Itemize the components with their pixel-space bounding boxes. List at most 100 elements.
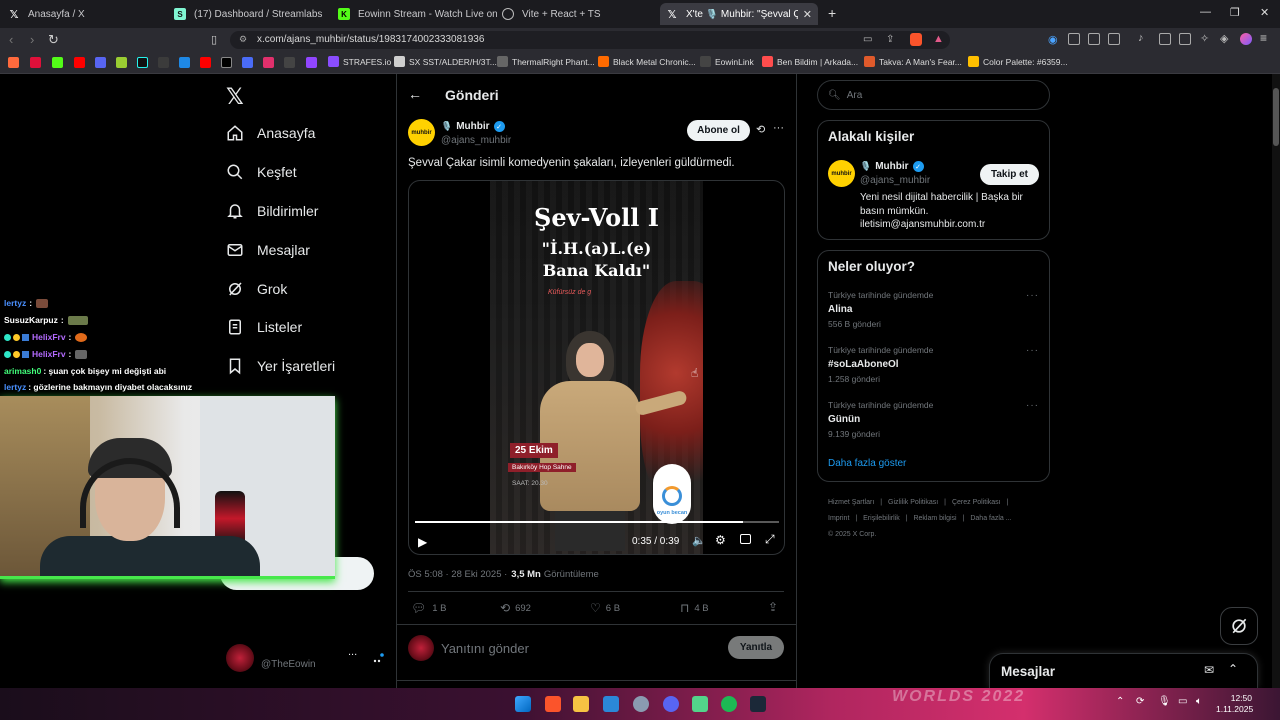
footer-link[interactable]: Reklam bilgisi [913, 515, 956, 522]
pip-icon[interactable] [740, 534, 751, 544]
bookmark-favicon[interactable] [137, 57, 148, 68]
bookmark-link[interactable]: EowinLink [700, 56, 754, 67]
trend-item[interactable]: Türkiye tarihinde gündemde Alina 556 B g… [828, 290, 1043, 329]
mic-icon[interactable]: 🎙︎ [1158, 696, 1171, 707]
bookmark-favicon[interactable] [116, 57, 127, 68]
volume-icon[interactable]: 🔈︎ [1196, 696, 1202, 707]
author-avatar[interactable]: muhbir [408, 119, 435, 146]
bookmark-favicon[interactable] [52, 57, 63, 68]
app-icon[interactable] [633, 696, 649, 712]
brave-shield-icon[interactable] [910, 33, 922, 46]
extension-icon[interactable] [1108, 33, 1120, 45]
start-icon[interactable] [515, 696, 531, 712]
new-message-icon[interactable]: ✉ [1204, 663, 1214, 677]
like-action[interactable]: ♡ 6 B [590, 601, 620, 615]
tray-chevron-icon[interactable]: ⌃ [1116, 696, 1124, 707]
discord-icon[interactable] [663, 696, 679, 712]
footer-link[interactable]: Gizlilik Politikası [888, 499, 938, 506]
bookmark-favicon[interactable] [306, 57, 317, 68]
bookmark-favicon[interactable] [200, 57, 211, 68]
expand-icon[interactable]: ⌃ [1228, 662, 1238, 676]
search-input[interactable]: 🔍︎ Ara [817, 80, 1050, 110]
bookmark-link[interactable]: STRAFES.io [328, 56, 391, 67]
trend-more-icon[interactable]: ··· [1026, 400, 1039, 411]
account-more-icon[interactable]: ... [348, 646, 357, 658]
restore-icon[interactable]: ❐ [1230, 6, 1240, 19]
reply-action[interactable]: 💬︎ 1 B [411, 601, 447, 615]
vpn-icon[interactable]: ◈ [1220, 32, 1228, 45]
trend-more-icon[interactable]: ··· [1026, 290, 1039, 301]
share-icon[interactable]: ⇪ [768, 600, 778, 614]
brave-rewards-icon[interactable]: ▲ [933, 33, 944, 45]
subscribe-button[interactable]: Abone ol [687, 120, 750, 141]
bookmark-favicon[interactable] [179, 57, 190, 68]
sidebar-item-bookmarks[interactable]: Yer İşaretleri [226, 357, 335, 375]
back-arrow-icon[interactable]: ← [408, 86, 422, 102]
site-settings-icon[interactable]: ⚙ [239, 34, 247, 45]
wallet-icon[interactable] [1179, 33, 1191, 45]
sidebar-item-grok[interactable]: Grok [226, 280, 287, 298]
browser-tab[interactable]: S (17) Dashboard / Streamlabs [168, 3, 328, 25]
scrollbar-thumb[interactable] [1273, 88, 1279, 146]
brave-icon[interactable] [545, 696, 561, 712]
bookmark-link[interactable]: SX SST/ALDER/H/3T... [394, 56, 497, 67]
sidebar-item-home[interactable]: Anasayfa [226, 124, 315, 142]
author-avatar[interactable]: muhbir [828, 160, 855, 187]
bookmark-favicon[interactable] [158, 57, 169, 68]
minimize-icon[interactable]: — [1200, 6, 1211, 18]
bookmark-favicon[interactable] [74, 57, 85, 68]
bookmark-action[interactable]: ⊓ 4 B [680, 601, 709, 615]
bookmark-favicon[interactable] [221, 57, 232, 68]
trend-item[interactable]: Türkiye tarihinde gündemde #soLaAboneOl … [828, 345, 1043, 384]
bookmark-link[interactable]: Color Palette: #6359... [968, 56, 1068, 67]
share-icon[interactable]: ⇪ [886, 34, 894, 45]
folder-icon[interactable] [573, 696, 589, 712]
clock[interactable]: 12:50 1.11.2025 [1216, 693, 1253, 715]
music-icon[interactable]: ♪ [1138, 32, 1144, 44]
sidebar-item-explore[interactable]: Keşfet [226, 163, 297, 181]
volume-icon[interactable]: 🔈 [692, 534, 706, 547]
close-tab-icon[interactable]: ✕ [803, 8, 812, 21]
trend-item[interactable]: Türkiye tarihinde gündemde Günün 9.139 g… [828, 400, 1043, 439]
bookmark-favicon[interactable] [284, 57, 295, 68]
footer-link[interactable]: Erişilebilirlik [863, 515, 900, 522]
speaker-icon[interactable]: ◉ [1048, 33, 1058, 46]
bookmark-link[interactable]: Ben Bildim | Arkada... [762, 56, 858, 67]
grok-floating-button[interactable] [1220, 607, 1258, 645]
scrollbar[interactable] [1272, 74, 1280, 688]
app-icon[interactable] [692, 696, 708, 712]
video-progress-track[interactable] [415, 521, 779, 523]
video-player[interactable]: Şev-Voll I "İ.H.(a)L.(e) Bana Kaldı" Küf… [408, 180, 785, 555]
spotify-icon[interactable] [721, 696, 737, 712]
settings-icon[interactable]: ⚙ [715, 533, 726, 547]
browser-tab[interactable]: Vite + React + TS [496, 3, 656, 25]
bookmark-link[interactable]: Black Metal Chronic... [598, 56, 696, 67]
browser-tab-active[interactable]: 𝕏 X'te 🎙️ Muhbir: "Şevval Çakar is... ✕ [660, 3, 818, 25]
more-options-icon[interactable]: ··· [773, 122, 784, 134]
extension-icon[interactable] [1088, 33, 1100, 45]
sidebar-item-notifications[interactable]: Bildirimler [226, 202, 318, 220]
steam-icon[interactable] [750, 696, 766, 712]
reply-input[interactable]: Yanıtını gönder [441, 641, 529, 656]
footer-link[interactable]: Hizmet Şartları [828, 499, 874, 506]
bookmark-link[interactable]: ThermalRight Phant... [497, 56, 595, 67]
bookmark-page-icon[interactable]: ▯ [211, 33, 217, 46]
sidebar-item-messages[interactable]: Mesajlar [226, 241, 310, 259]
forward-nav-icon[interactable]: › [30, 32, 34, 47]
close-window-icon[interactable]: ✕ [1260, 6, 1269, 19]
fullscreen-icon[interactable]: ⤢ [765, 532, 775, 547]
author-name-row[interactable]: 🎙️ Muhbir ✓ [441, 121, 505, 132]
reply-button[interactable]: Yanıtla [728, 636, 784, 659]
new-tab-button[interactable]: + [828, 5, 836, 21]
ai-icon[interactable]: ✧ [1200, 32, 1209, 45]
display-icon[interactable]: ▭ [1178, 696, 1187, 707]
sidebar-toggle-icon[interactable] [1159, 33, 1171, 45]
messages-dock[interactable]: Mesajlar ✉ ⌃ [989, 653, 1258, 688]
menu-icon[interactable]: ≡ [1260, 31, 1267, 45]
bookmark-favicon[interactable] [95, 57, 106, 68]
follow-button[interactable]: Takip et [980, 164, 1039, 185]
play-icon[interactable]: ▶ [418, 535, 427, 549]
store-icon[interactable] [603, 696, 619, 712]
footer-link[interactable]: Imprint [828, 515, 849, 522]
footer-link[interactable]: Daha fazla ... [970, 515, 1011, 522]
